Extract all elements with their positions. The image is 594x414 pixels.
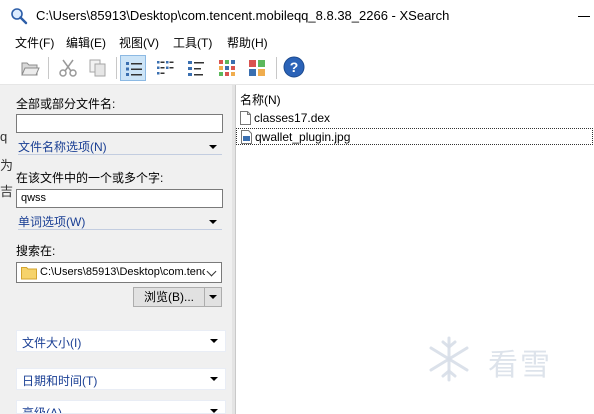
browse-button[interactable]: 浏览(B)... — [133, 287, 205, 307]
location-dropdown-button[interactable] — [205, 263, 221, 282]
menu-help[interactable]: 帮助(H) — [227, 34, 268, 51]
location-value: C:\Users\85913\Desktop\com.tencent — [40, 266, 222, 278]
chevron-down-icon — [210, 377, 218, 381]
background-fragment: q — [0, 129, 8, 144]
filename-options-toggle[interactable]: 文件名称选项(N) — [18, 138, 107, 155]
title-bar: C:\Users\85913\Desktop\com.tencent.mobil… — [0, 0, 594, 32]
divider — [18, 154, 222, 155]
menu-bar: 文件(F) 编辑(E) 视图(V) 工具(T) 帮助(H) — [0, 32, 594, 52]
menu-tools[interactable]: 工具(T) — [173, 34, 212, 51]
chevron-down-icon[interactable] — [209, 220, 217, 224]
chevron-down-icon — [210, 339, 218, 343]
copy-icon — [89, 59, 106, 77]
word-options-toggle[interactable]: 单词选项(W) — [18, 213, 85, 230]
location-label: 搜索在: — [16, 244, 56, 258]
text-search-label: 在该文件中的一个或多个字: — [16, 171, 164, 185]
scissors-icon — [59, 59, 77, 77]
chevron-down-icon — [210, 409, 218, 413]
view-thumbnails-button[interactable] — [244, 55, 270, 81]
view-list-button[interactable] — [152, 55, 178, 81]
result-row[interactable]: classes17.dex — [236, 110, 593, 127]
text-search-input[interactable]: qwss — [16, 189, 223, 208]
result-file-name: qwallet_plugin.jpg — [255, 130, 351, 144]
minimize-button[interactable] — [574, 6, 594, 26]
watermark-text: 看雪 — [488, 349, 552, 382]
snowflake-icon — [429, 336, 469, 382]
menu-file[interactable]: 文件(F) — [15, 34, 54, 51]
chevron-down-icon — [209, 295, 217, 299]
cut-button[interactable] — [55, 55, 81, 81]
location-combobox[interactable]: C:\Users\85913\Desktop\com.tencent — [16, 262, 222, 283]
toolbar: ? — [0, 52, 594, 85]
toolbar-separator — [48, 57, 49, 79]
copy-button[interactable] — [85, 55, 111, 81]
menu-edit[interactable]: 编辑(E) — [66, 34, 106, 51]
list-view-icon — [157, 61, 174, 75]
window-title: C:\Users\85913\Desktop\com.tencent.mobil… — [36, 8, 450, 23]
result-row[interactable]: qwallet_plugin.jpg — [236, 128, 593, 145]
divider — [18, 229, 222, 230]
file-icon — [240, 111, 251, 125]
view-large-icons-button[interactable] — [214, 55, 240, 81]
toolbar-separator — [116, 57, 117, 79]
image-file-icon — [241, 130, 252, 144]
browse-dropdown-button[interactable] — [204, 287, 222, 307]
menu-view[interactable]: 视图(V) — [119, 34, 159, 51]
svg-text:?: ? — [290, 59, 299, 75]
name-column-header[interactable]: 名称(N) — [240, 91, 281, 108]
background-fragment: 为 — [0, 158, 14, 173]
filename-label: 全部或部分文件名: — [16, 97, 116, 111]
small-icons-view-icon — [188, 61, 204, 76]
help-button[interactable]: ? — [282, 55, 308, 81]
folder-icon — [21, 267, 37, 280]
date-time-section[interactable]: 日期和时间(T) — [16, 368, 226, 390]
background-fragment: 吉 — [0, 184, 14, 199]
chevron-down-icon — [206, 266, 217, 277]
file-size-section[interactable]: 文件大小(I) — [16, 330, 226, 352]
advanced-title: 高级(A) — [22, 406, 62, 414]
view-small-icons-button[interactable] — [183, 55, 209, 81]
open-folder-button[interactable] — [17, 55, 43, 81]
large-icons-view-icon — [219, 60, 235, 76]
result-file-name: classes17.dex — [254, 111, 331, 125]
details-view-icon — [126, 62, 142, 76]
date-time-title: 日期和时间(T) — [22, 374, 98, 388]
thumbnails-view-icon — [249, 60, 265, 76]
file-size-title: 文件大小(I) — [22, 336, 82, 350]
filename-input[interactable] — [16, 114, 223, 133]
chevron-down-icon[interactable] — [209, 145, 217, 149]
view-details-button[interactable] — [120, 55, 146, 81]
advanced-section[interactable]: 高级(A) — [16, 400, 226, 414]
watermark: 看雪 — [420, 328, 594, 388]
search-app-icon — [11, 8, 28, 25]
toolbar-separator — [276, 57, 277, 79]
open-folder-icon — [21, 62, 40, 76]
help-icon: ? — [283, 56, 305, 78]
